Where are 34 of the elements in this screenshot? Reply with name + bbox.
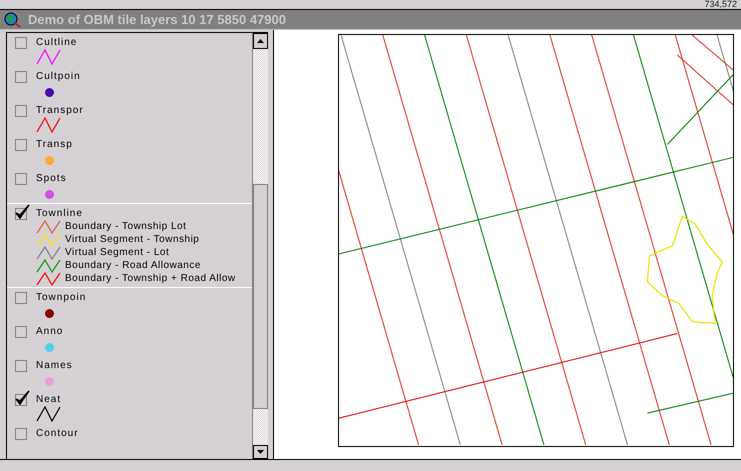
checkbox[interactable] [15, 326, 27, 338]
class-label: Virtual Segment - Township [65, 234, 200, 244]
globe-search-icon [4, 12, 22, 28]
layer-name: Neat [36, 394, 62, 406]
layer-name: Names [36, 360, 73, 372]
up-arrow-icon [257, 39, 264, 43]
class-label: Boundary - Township Lot [65, 222, 186, 232]
layer-name: Contour [36, 428, 79, 440]
checkbox[interactable] [15, 360, 27, 372]
down-arrow-icon [257, 450, 264, 454]
scroll-up-button[interactable] [253, 33, 268, 49]
checkbox[interactable] [15, 173, 27, 185]
scrollbar[interactable] [252, 33, 268, 459]
layer-name: Townpoin [36, 292, 86, 304]
checkbox[interactable] [15, 105, 27, 117]
layer-name: Townline [36, 208, 84, 220]
layer-name: Spots [36, 173, 67, 185]
class-label: Boundary - Road Allowance [65, 260, 201, 270]
checkbox[interactable] [15, 139, 27, 151]
layer-name: Anno [36, 326, 64, 338]
scroll-thumb[interactable] [253, 184, 268, 409]
coordinates-readout: 734,572 [704, 0, 737, 9]
checkbox[interactable] [15, 37, 27, 49]
checkbox[interactable] [15, 71, 27, 83]
layer-name: Transp [36, 139, 73, 151]
layer-name: Cultline [36, 37, 78, 49]
layer-name: Transpor [36, 105, 84, 117]
checkbox[interactable] [15, 292, 27, 304]
layer-name: Cultpoin [36, 71, 81, 83]
checkbox[interactable] [15, 428, 27, 440]
class-label: Boundary - Township + Road Allow [65, 274, 236, 284]
window-title: Demo of OBM tile layers 10 17 5850 47900 [28, 10, 286, 29]
scroll-down-button[interactable] [253, 445, 268, 459]
class-label: Virtual Segment - Lot [65, 248, 170, 258]
